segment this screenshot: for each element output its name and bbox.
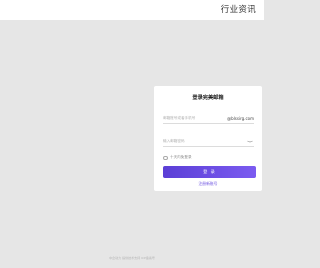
password-placeholder: 输入邮箱密码 [163,139,185,143]
eye-icon[interactable] [247,139,253,144]
footer-text: 中企动力 提供技术支持 ICP备案号 [109,256,155,260]
domain-suffix: @blssirg.com [227,115,254,121]
checkbox-icon[interactable] [163,155,168,160]
account-placeholder: 邮箱账号或者手机号 [163,116,196,120]
login-button[interactable]: 登 录 [163,166,256,178]
password-field[interactable]: 输入邮箱密码 [163,137,254,147]
login-heading: 登录完美邮箱 [192,95,224,101]
industry-news-link[interactable]: 行业资讯 [221,3,256,15]
register-link[interactable]: 注册新账号 [154,181,262,187]
account-field[interactable]: 邮箱账号或者手机号 @blssirg.com [163,114,254,124]
top-bar: 行业资讯 [0,0,264,20]
remember-me-label: 十天内免登录 [170,155,192,159]
